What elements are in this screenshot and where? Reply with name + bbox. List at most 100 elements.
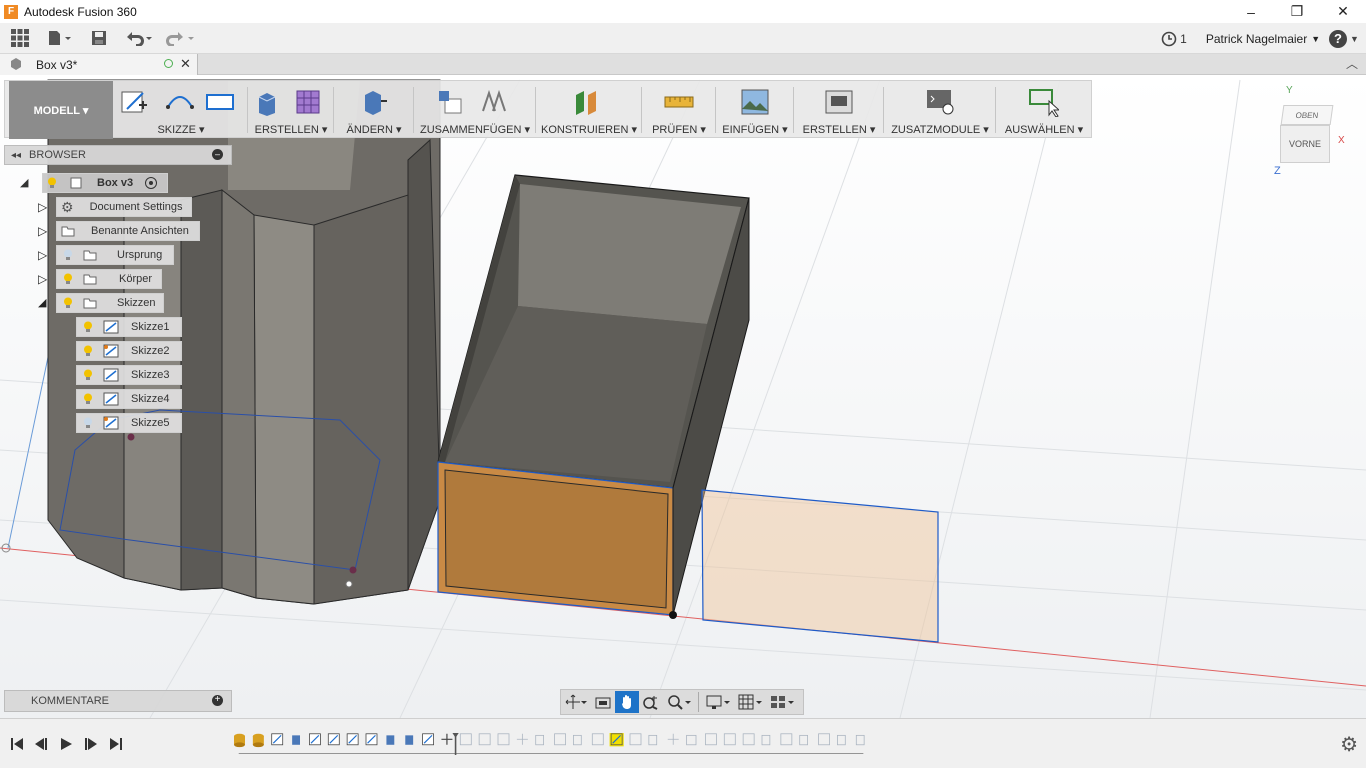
- modify-group[interactable]: ÄNDERN ▾: [335, 81, 414, 139]
- fit-window-icon[interactable]: [663, 691, 695, 713]
- help-button[interactable]: ? ▼: [1322, 23, 1366, 54]
- viewports-icon[interactable]: [766, 691, 798, 713]
- 3d-print-icon[interactable]: [824, 87, 854, 117]
- viewcube[interactable]: Y X Z OBEN VORNE: [1272, 85, 1362, 185]
- inspect-group[interactable]: PRÜFEN ▾: [643, 81, 716, 139]
- activate-radio-icon[interactable]: [145, 177, 158, 189]
- minimize-panel-icon[interactable]: –: [212, 149, 223, 160]
- browser-item-sketches[interactable]: Skizzen: [56, 293, 164, 313]
- create-group[interactable]: ERSTELLEN ▾: [249, 81, 334, 139]
- user-menu[interactable]: Patrick Nagelmaier ▼: [1204, 23, 1322, 54]
- browser-item-named-views[interactable]: Benannte Ansichten: [56, 221, 200, 241]
- add-comment-icon[interactable]: +: [212, 695, 223, 706]
- viewcube-front-face[interactable]: VORNE: [1280, 125, 1330, 163]
- visibility-bulb-icon[interactable]: [83, 417, 93, 429]
- assemble-group[interactable]: ZUSAMMENFÜGEN ▾: [415, 81, 536, 139]
- browser-item-document-settings[interactable]: ⚙ Document Settings: [56, 197, 192, 217]
- zoom-icon[interactable]: [639, 691, 663, 713]
- sketch-point[interactable]: [349, 566, 357, 574]
- timeline-marker[interactable]: [452, 733, 459, 755]
- select-icon[interactable]: [1029, 87, 1059, 117]
- browser-sketch-item[interactable]: Skizze3: [76, 365, 182, 385]
- browser-panel-header[interactable]: ◂◂ BROWSER –: [4, 145, 232, 165]
- select-group[interactable]: AUSWÄHLEN ▾: [997, 81, 1091, 139]
- visibility-bulb-icon[interactable]: [63, 273, 73, 285]
- expand-bodies-icon[interactable]: ▷: [38, 272, 47, 286]
- maximize-button[interactable]: ❐: [1274, 0, 1320, 23]
- timeline-features[interactable]: [143, 733, 963, 755]
- extrude-icon[interactable]: [253, 87, 283, 117]
- timeline-feature[interactable]: [234, 733, 245, 748]
- grid-snaps-icon[interactable]: [734, 691, 766, 713]
- press-pull-icon[interactable]: [359, 87, 389, 117]
- go-to-end-icon[interactable]: [106, 734, 126, 754]
- step-forward-icon[interactable]: [81, 734, 101, 754]
- minimize-button[interactable]: –: [1228, 0, 1274, 23]
- display-settings-icon[interactable]: [702, 691, 734, 713]
- sketch-point[interactable]: [127, 433, 135, 441]
- visibility-bulb-icon[interactable]: [63, 249, 73, 261]
- tab-box-v3[interactable]: Box v3* ✕: [0, 54, 198, 75]
- selected-vertex[interactable]: [669, 611, 677, 619]
- scripts-addins-icon[interactable]: [925, 87, 955, 117]
- browser-root-node[interactable]: Box v3: [42, 173, 168, 193]
- expand-sketches-icon[interactable]: ◢: [38, 296, 46, 309]
- model-canvas[interactable]: [0, 75, 1366, 718]
- expand-origin-icon[interactable]: ▷: [38, 248, 47, 262]
- data-panel-grid-icon[interactable]: [0, 23, 40, 54]
- visibility-bulb-icon[interactable]: [63, 297, 73, 309]
- file-menu-icon[interactable]: [40, 23, 80, 54]
- close-tab-icon[interactable]: ✕: [180, 56, 191, 72]
- browser-sketch-item[interactable]: Skizze1: [76, 317, 182, 337]
- workspace-switcher[interactable]: MODELL ▾: [9, 81, 113, 139]
- go-to-start-icon[interactable]: [7, 734, 27, 754]
- expand-named-views-icon[interactable]: ▷: [38, 224, 47, 238]
- arc-icon[interactable]: [165, 87, 195, 117]
- chevron-up-icon[interactable]: ︿: [1346, 55, 1358, 72]
- timeline-settings-gear-icon[interactable]: ⚙: [1340, 732, 1358, 757]
- timeline-feature[interactable]: [441, 733, 453, 745]
- comments-panel-header[interactable]: KOMMENTARE +: [4, 690, 232, 712]
- insert-image-icon[interactable]: [740, 87, 770, 117]
- insert-group[interactable]: EINFÜGEN ▾: [717, 81, 794, 139]
- sketch-point[interactable]: [345, 580, 353, 588]
- visibility-bulb-icon[interactable]: [83, 369, 93, 381]
- visibility-bulb-icon[interactable]: [47, 177, 57, 189]
- canvas-viewport[interactable]: Y X Z OBEN VORNE: [0, 75, 1366, 718]
- undo-icon[interactable]: [118, 23, 160, 54]
- viewcube-top-face[interactable]: OBEN: [1280, 105, 1334, 125]
- joint-icon[interactable]: [479, 87, 509, 117]
- new-component-icon[interactable]: [435, 87, 465, 117]
- make-group[interactable]: ERSTELLEN ▾: [795, 81, 884, 139]
- visibility-bulb-icon[interactable]: [83, 321, 93, 333]
- sketch-profile[interactable]: [701, 489, 939, 643]
- close-button[interactable]: ✕: [1320, 0, 1366, 23]
- timeline-feature[interactable]: [252, 733, 264, 748]
- browser-sketch-item[interactable]: Skizze4: [76, 389, 182, 409]
- play-icon[interactable]: [56, 734, 76, 754]
- browser-sketch-item[interactable]: Skizze5: [76, 413, 182, 433]
- collapse-panel-icon[interactable]: ◂◂: [11, 150, 21, 161]
- rectangle-icon[interactable]: [205, 87, 235, 117]
- expand-document-settings-icon[interactable]: ▷: [38, 200, 47, 214]
- offset-plane-icon[interactable]: [573, 87, 603, 117]
- browser-item-origin[interactable]: Ursprung: [56, 245, 174, 265]
- look-at-icon[interactable]: [591, 691, 615, 713]
- create-sketch-icon[interactable]: [119, 87, 149, 117]
- form-icon[interactable]: [293, 87, 323, 117]
- pan-hand-icon[interactable]: [615, 691, 639, 713]
- construct-group[interactable]: KONSTRUIEREN ▾: [537, 81, 642, 139]
- addins-group[interactable]: ZUSATZMODULE ▾: [885, 81, 996, 139]
- browser-item-bodies[interactable]: Körper: [56, 269, 162, 289]
- sketch-group[interactable]: SKIZZE ▾: [115, 81, 248, 139]
- job-status-clock-icon[interactable]: 1: [1156, 23, 1192, 54]
- save-icon[interactable]: [80, 23, 118, 54]
- measure-icon[interactable]: [664, 87, 694, 117]
- visibility-bulb-icon[interactable]: [83, 393, 93, 405]
- browser-sketch-item[interactable]: Skizze2: [76, 341, 182, 361]
- step-back-icon[interactable]: [31, 734, 51, 754]
- visibility-bulb-icon[interactable]: [83, 345, 93, 357]
- timeline-feature-highlighted[interactable]: [609, 733, 624, 747]
- expand-root-icon[interactable]: ◢: [20, 176, 28, 189]
- redo-icon[interactable]: [160, 23, 202, 54]
